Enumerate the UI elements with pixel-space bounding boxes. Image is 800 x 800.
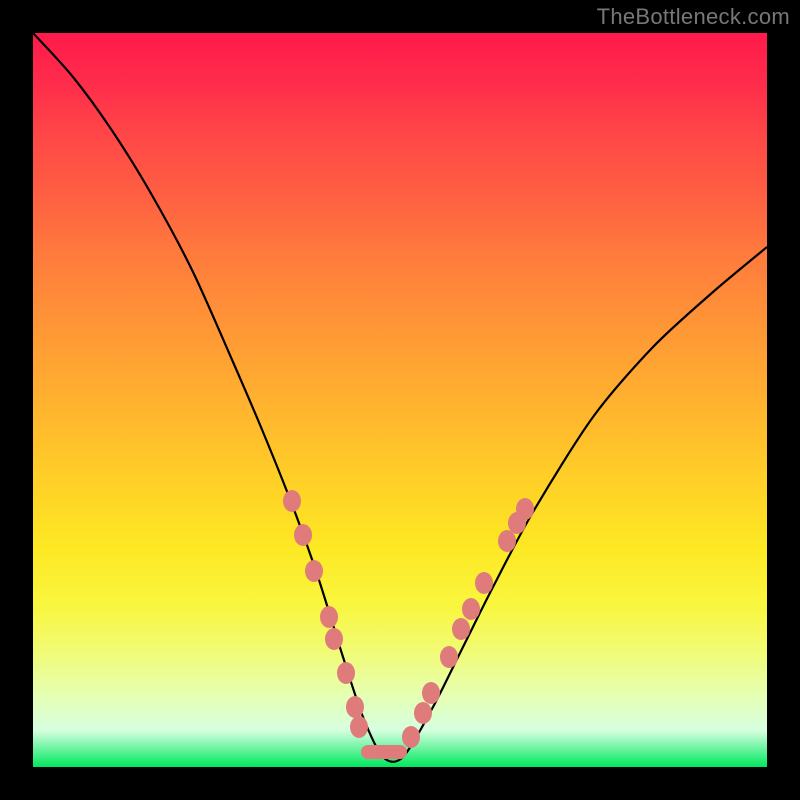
valley-bar bbox=[361, 745, 407, 759]
data-marker bbox=[402, 726, 420, 748]
data-marker bbox=[508, 512, 526, 534]
data-marker bbox=[452, 618, 470, 640]
data-marker bbox=[350, 716, 368, 738]
data-marker bbox=[462, 598, 480, 620]
data-marker bbox=[283, 490, 301, 512]
data-marker bbox=[294, 524, 312, 546]
data-markers bbox=[283, 490, 534, 748]
bottleneck-curve bbox=[33, 33, 767, 762]
data-marker bbox=[305, 560, 323, 582]
data-marker bbox=[475, 572, 493, 594]
plot-area bbox=[33, 33, 767, 767]
chart-frame: TheBottleneck.com bbox=[0, 0, 800, 800]
chart-svg bbox=[33, 33, 767, 767]
data-marker bbox=[516, 498, 534, 520]
data-marker bbox=[325, 628, 343, 650]
data-marker bbox=[346, 696, 364, 718]
data-marker bbox=[414, 702, 432, 724]
data-marker bbox=[422, 682, 440, 704]
data-marker bbox=[440, 646, 458, 668]
data-marker bbox=[498, 530, 516, 552]
data-marker bbox=[337, 662, 355, 684]
watermark-text: TheBottleneck.com bbox=[597, 4, 790, 30]
data-marker bbox=[320, 606, 338, 628]
